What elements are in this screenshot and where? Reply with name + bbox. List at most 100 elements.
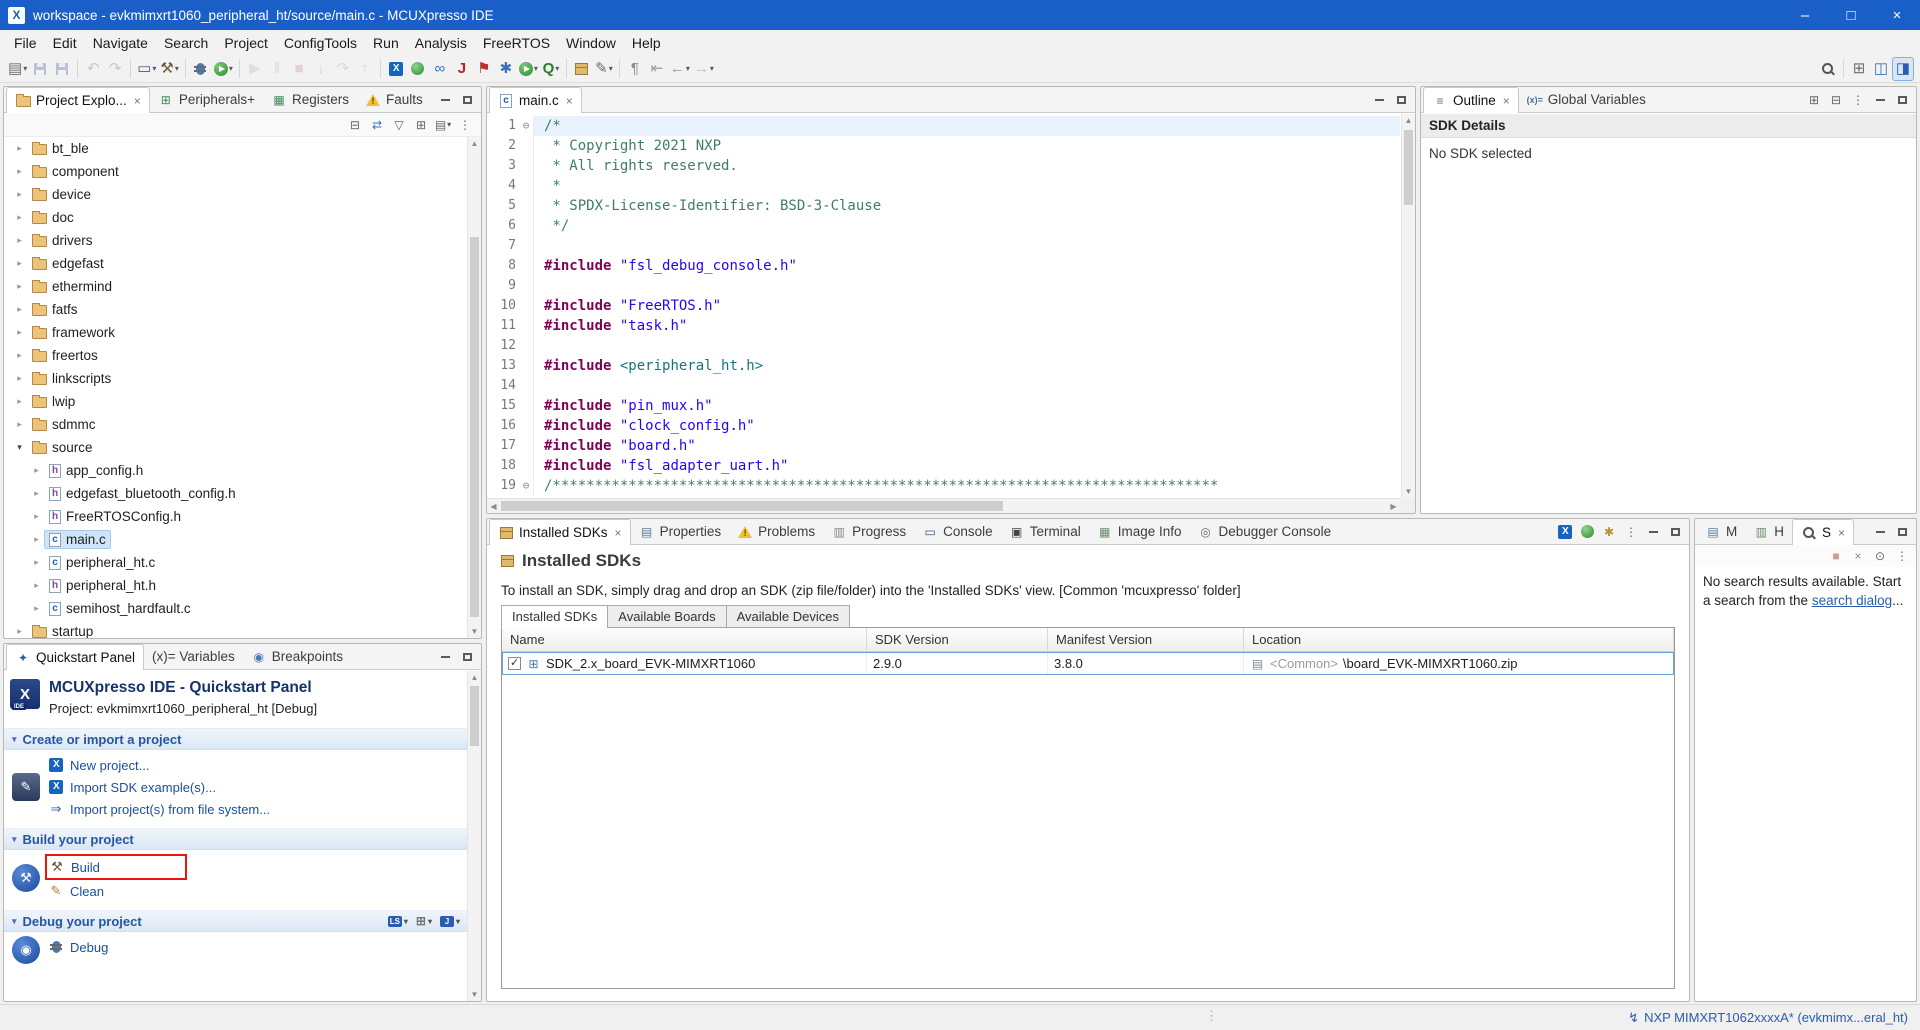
suspend-icon[interactable]: ‖ xyxy=(266,57,288,81)
open-perspective-icon[interactable]: ⊞ xyxy=(1848,57,1870,81)
last-edit-icon[interactable]: ⇤ xyxy=(646,57,668,81)
menu-navigate[interactable]: Navigate xyxy=(85,32,156,54)
chevron-right-icon[interactable]: ▸ xyxy=(29,511,44,522)
tab-terminal[interactable]: ▣Terminal xyxy=(1001,519,1089,544)
chevron-right-icon[interactable]: ▸ xyxy=(29,488,44,499)
quick-settings-icon[interactable]: Q▾ xyxy=(540,57,562,81)
tab-properties[interactable]: ▤Properties xyxy=(631,519,730,544)
tree-item-drivers[interactable]: ▸drivers xyxy=(4,229,467,252)
code-line-9[interactable]: 9 xyxy=(487,276,1400,296)
scrollbar-thumb[interactable] xyxy=(470,686,479,746)
code-line-3[interactable]: 3 * All rights reserved. xyxy=(487,156,1400,176)
peripherals-icon[interactable]: ⊞ xyxy=(158,92,174,108)
quickstart-item-import-project-s-from-file-system[interactable]: ⇒Import project(s) from file system... xyxy=(48,798,467,820)
progress-icon[interactable]: ▥ xyxy=(831,524,847,540)
code-line-8[interactable]: 8#include "fsl_debug_console.h" xyxy=(487,256,1400,276)
forward-icon[interactable]: →▾ xyxy=(692,57,716,81)
code-line-18[interactable]: 18#include "fsl_adapter_uart.h" xyxy=(487,456,1400,476)
faults-icon[interactable] xyxy=(365,92,381,108)
project-explorer-icon[interactable] xyxy=(15,93,31,109)
tree-item-source[interactable]: ▾source xyxy=(4,436,467,459)
quickstart-item-new-project[interactable]: New project... xyxy=(48,754,467,776)
menu-window[interactable]: Window xyxy=(558,32,624,54)
scroll-down-icon[interactable]: ▼ xyxy=(468,625,481,638)
run-stop-icon[interactable]: ■ xyxy=(1826,546,1846,566)
hammer-icon[interactable]: ⚒ xyxy=(49,859,65,875)
undo-icon[interactable]: ↶ xyxy=(82,57,104,81)
terminate-icon[interactable]: ■ xyxy=(288,57,310,81)
column-header-location[interactable]: Location xyxy=(1244,628,1674,651)
chevron-right-icon[interactable]: ▸ xyxy=(12,373,27,384)
chevron-right-icon[interactable]: ▸ xyxy=(12,143,27,154)
search-dialog-link[interactable]: search dialog xyxy=(1812,593,1892,608)
tab-faults[interactable]: Faults xyxy=(357,87,431,112)
scroll-up-icon[interactable]: ▲ xyxy=(468,137,481,150)
console-icon[interactable]: ▭ xyxy=(922,524,938,540)
clear-results-icon[interactable]: × xyxy=(1848,546,1868,566)
close-icon[interactable]: × xyxy=(566,94,573,108)
toggle-mark-icon[interactable]: ¶ xyxy=(624,57,646,81)
breakpoints-icon[interactable]: ◉ xyxy=(251,649,267,665)
code-line-2[interactable]: 2 * Copyright 2021 NXP xyxy=(487,136,1400,156)
save-icon[interactable] xyxy=(29,57,51,81)
configtools-icon[interactable] xyxy=(1555,522,1575,542)
chevron-right-icon[interactable]: ▸ xyxy=(12,396,27,407)
scroll-down-icon[interactable]: ▼ xyxy=(1402,485,1415,498)
collapse-all-icon[interactable]: ⊟ xyxy=(345,115,365,135)
jlink-icon[interactable]: J xyxy=(451,57,473,81)
pins-tool-icon[interactable]: ∞ xyxy=(429,57,451,81)
subtab-available-devices[interactable]: Available Devices xyxy=(726,605,850,628)
outline-icon[interactable]: ≡ xyxy=(1432,93,1448,109)
collapse-all-icon[interactable]: ⊟ xyxy=(1826,90,1846,110)
chevron-right-icon[interactable]: ▸ xyxy=(12,626,27,637)
chevron-right-icon[interactable]: ▸ xyxy=(12,258,27,269)
configtools-icon[interactable] xyxy=(385,57,407,81)
properties-icon[interactable]: ▤ xyxy=(639,524,655,540)
quickstart-item-import-sdk-example-s[interactable]: Import SDK example(s)... xyxy=(48,776,467,798)
sdk-table-row[interactable]: ⊞SDK_2.x_board_EVK-MIMXRT10602.9.03.8.0▤… xyxy=(502,652,1674,675)
tree-item-main-c[interactable]: ▸cmain.c xyxy=(4,528,467,551)
code-line-4[interactable]: 4 * xyxy=(487,176,1400,196)
code-line-12[interactable]: 12 xyxy=(487,336,1400,356)
section-header-build-your-project[interactable]: ▾Build your project xyxy=(4,828,467,850)
minimize-view-button[interactable] xyxy=(1870,522,1890,542)
jlink-probe-icon[interactable]: J▾ xyxy=(438,916,462,927)
tab-m[interactable]: ▤M xyxy=(1697,519,1745,544)
minimize-button[interactable]: – xyxy=(1782,0,1828,30)
close-button[interactable]: × xyxy=(1874,0,1920,30)
maximize-button[interactable]: □ xyxy=(1828,0,1874,30)
section-header-debug-your-project[interactable]: ▾Debug your projectLS▾⊞▾J▾ xyxy=(4,910,467,932)
close-icon[interactable]: × xyxy=(615,526,622,540)
c-file-icon[interactable]: c xyxy=(498,93,514,109)
run-launch-icon[interactable]: ▾ xyxy=(212,57,235,81)
column-header-manifest-version[interactable]: Manifest Version xyxy=(1048,628,1244,651)
tab-problems[interactable]: Problems xyxy=(729,519,823,544)
tab-progress[interactable]: ▥Progress xyxy=(823,519,914,544)
tab-s[interactable]: S× xyxy=(1792,519,1854,545)
sash-grip-icon[interactable]: ⋮ xyxy=(1205,1008,1218,1024)
open-sdk-icon[interactable] xyxy=(571,57,593,81)
redo-icon[interactable]: ↷ xyxy=(104,57,126,81)
search-view-icon[interactable] xyxy=(1801,525,1817,541)
tree-item-freertos[interactable]: ▸freertos xyxy=(4,344,467,367)
column-header-name[interactable]: Name xyxy=(502,628,867,651)
back-icon[interactable]: ←▾ xyxy=(668,57,692,81)
expand-all-icon[interactable]: ⊞ xyxy=(1804,90,1824,110)
minimize-view-button[interactable] xyxy=(1870,90,1890,110)
open-console-icon[interactable]: ▭▾ xyxy=(135,57,158,81)
chevron-right-icon[interactable]: ▸ xyxy=(12,327,27,338)
tree-item-startup[interactable]: ▸startup xyxy=(4,620,467,638)
memory-icon[interactable]: ▤ xyxy=(1705,524,1721,540)
close-icon[interactable]: × xyxy=(134,94,141,108)
editor-scrollbar[interactable]: ▲ ▼ xyxy=(1401,114,1415,498)
develop-perspective-icon[interactable]: ◨ xyxy=(1892,57,1914,81)
maximize-view-button[interactable] xyxy=(1892,522,1912,542)
tab-outline[interactable]: ≡Outline× xyxy=(1423,87,1519,113)
menu-run[interactable]: Run xyxy=(365,32,407,54)
code-line-14[interactable]: 14 xyxy=(487,376,1400,396)
chevron-right-icon[interactable]: ▸ xyxy=(12,189,27,200)
tree-item-freertosconfig-h[interactable]: ▸hFreeRTOSConfig.h xyxy=(4,505,467,528)
tab-h[interactable]: ▥H xyxy=(1745,519,1792,544)
chevron-right-icon[interactable]: ▸ xyxy=(29,580,44,591)
tab-global-variables[interactable]: (x)=Global Variables xyxy=(1519,87,1654,112)
